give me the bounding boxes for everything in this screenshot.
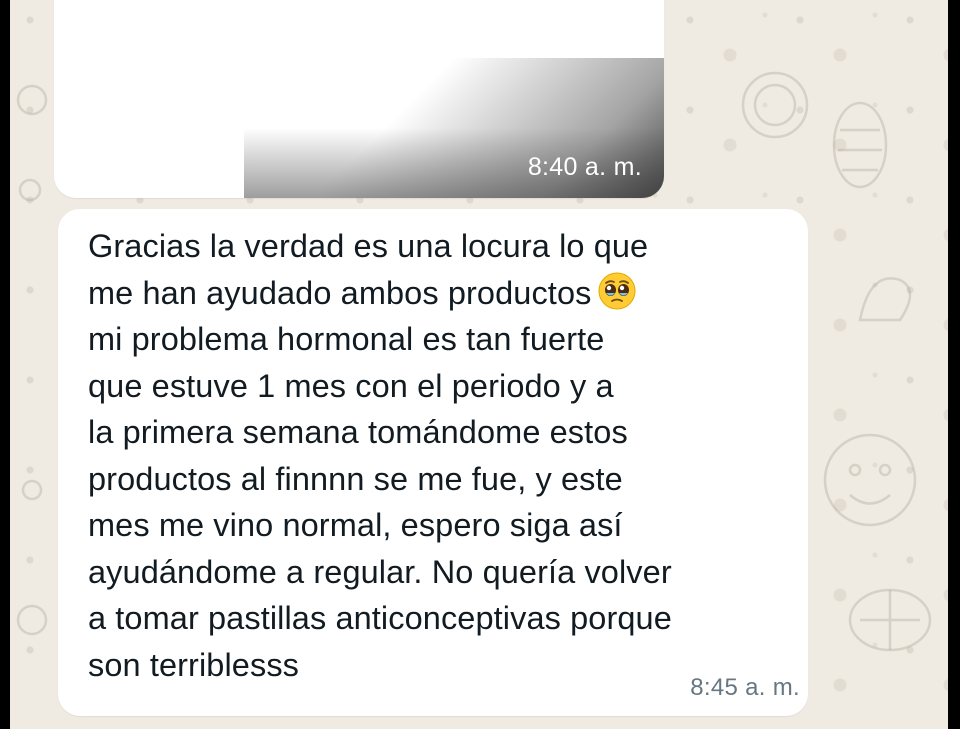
message-line: la primera semana tomándome estos xyxy=(88,414,628,450)
media-message-bubble[interactable]: 8:40 a. m. xyxy=(54,0,664,198)
message-timestamp: 8:45 a. m. xyxy=(690,674,800,701)
chat-screen: 8:40 a. m. Gracias la verdad es una locu… xyxy=(10,0,948,729)
message-line: mi problema hormonal es tan fuerte xyxy=(88,321,605,357)
message-timestamp: 8:40 a. m. xyxy=(527,153,642,181)
text-message-bubble[interactable]: Gracias la verdad es una locura lo que m… xyxy=(58,209,808,716)
message-line: que estuve 1 mes con el periodo y a xyxy=(88,367,614,404)
message-line: Gracias la verdad es una locura lo que xyxy=(88,228,649,264)
message-line: me han ayudado ambos productos xyxy=(88,274,592,311)
message-line-with-emoji: me han ayudado ambos productos xyxy=(88,270,798,317)
message-line: ayudándome a regular. No quería volver xyxy=(88,553,672,590)
wallpaper-doodle-icon xyxy=(823,433,917,527)
pleading-face-emoji-icon xyxy=(598,272,636,309)
wallpaper-doodle-icon xyxy=(16,84,48,202)
wallpaper-doodle-icon xyxy=(16,479,48,636)
message-line: productos al finnnn se me fue, y este xyxy=(88,460,623,497)
wallpaper-doodle-icon xyxy=(848,588,932,652)
wallpaper-doodle-icon xyxy=(832,101,888,189)
message-line: mes me vino normal, espero siga así xyxy=(88,507,623,543)
wallpaper-doodle-icon xyxy=(741,71,809,139)
wallpaper-doodle-icon xyxy=(858,277,912,322)
message-line: a tomar pastillas anticonceptivas porque xyxy=(88,600,672,636)
message-text: Gracias la verdad es una locura lo que m… xyxy=(88,223,798,688)
